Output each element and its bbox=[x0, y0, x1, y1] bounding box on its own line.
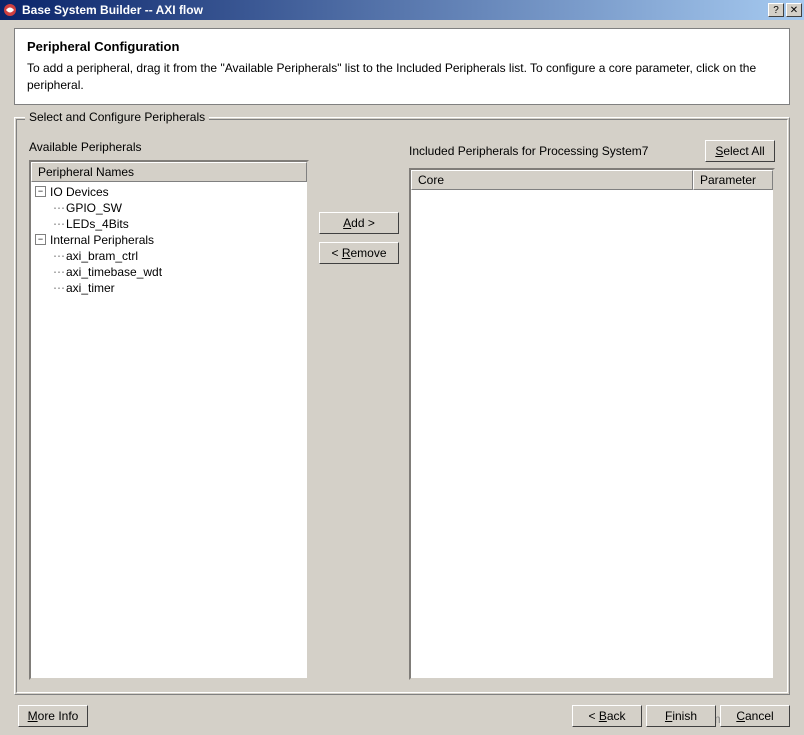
tree-item-axi-timebase-wdt[interactable]: ⋯ axi_timebase_wdt bbox=[35, 264, 303, 280]
tree-item-gpio-sw[interactable]: ⋯ GPIO_SW bbox=[35, 200, 303, 216]
included-column-parameter[interactable]: Parameter bbox=[693, 170, 773, 190]
remove-button[interactable]: < Remove bbox=[319, 242, 399, 264]
add-button[interactable]: Add > bbox=[319, 212, 399, 234]
back-button[interactable]: < Back bbox=[572, 705, 642, 727]
help-button[interactable]: ? bbox=[768, 3, 784, 17]
tree-group-internal-peripherals[interactable]: − Internal Peripherals bbox=[35, 232, 303, 248]
more-info-button[interactable]: More Info bbox=[18, 705, 88, 727]
included-column-core[interactable]: Core bbox=[411, 170, 693, 190]
header-panel: Peripheral Configuration To add a periph… bbox=[14, 28, 790, 105]
close-button[interactable]: ✕ bbox=[786, 3, 802, 17]
page-description: To add a peripheral, drag it from the "A… bbox=[27, 60, 777, 94]
available-label: Available Peripherals bbox=[29, 140, 309, 154]
fieldset-legend: Select and Configure Peripherals bbox=[25, 110, 209, 124]
select-all-button[interactable]: Select All bbox=[705, 140, 775, 162]
page-title: Peripheral Configuration bbox=[27, 39, 777, 54]
available-column-header[interactable]: Peripheral Names bbox=[31, 162, 307, 182]
finish-button[interactable]: Finish bbox=[646, 705, 716, 727]
tree-item-axi-timer[interactable]: ⋯ axi_timer bbox=[35, 280, 303, 296]
tree-item-leds-4bits[interactable]: ⋯ LEDs_4Bits bbox=[35, 216, 303, 232]
cancel-button[interactable]: Cancel bbox=[720, 705, 790, 727]
app-icon bbox=[2, 2, 18, 18]
peripherals-fieldset: Select and Configure Peripherals Availab… bbox=[14, 117, 790, 695]
collapse-icon[interactable]: − bbox=[35, 186, 46, 197]
collapse-icon[interactable]: − bbox=[35, 234, 46, 245]
included-label: Included Peripherals for Processing Syst… bbox=[409, 144, 705, 158]
tree-item-axi-bram-ctrl[interactable]: ⋯ axi_bram_ctrl bbox=[35, 248, 303, 264]
tree-group-io-devices[interactable]: − IO Devices bbox=[35, 184, 303, 200]
available-peripherals-list[interactable]: Peripheral Names − IO Devices ⋯ GPIO_SW … bbox=[29, 160, 309, 680]
title-bar: Base System Builder -- AXI flow ? ✕ bbox=[0, 0, 804, 20]
included-peripherals-list[interactable]: Core Parameter bbox=[409, 168, 775, 680]
window-title: Base System Builder -- AXI flow bbox=[22, 3, 768, 17]
